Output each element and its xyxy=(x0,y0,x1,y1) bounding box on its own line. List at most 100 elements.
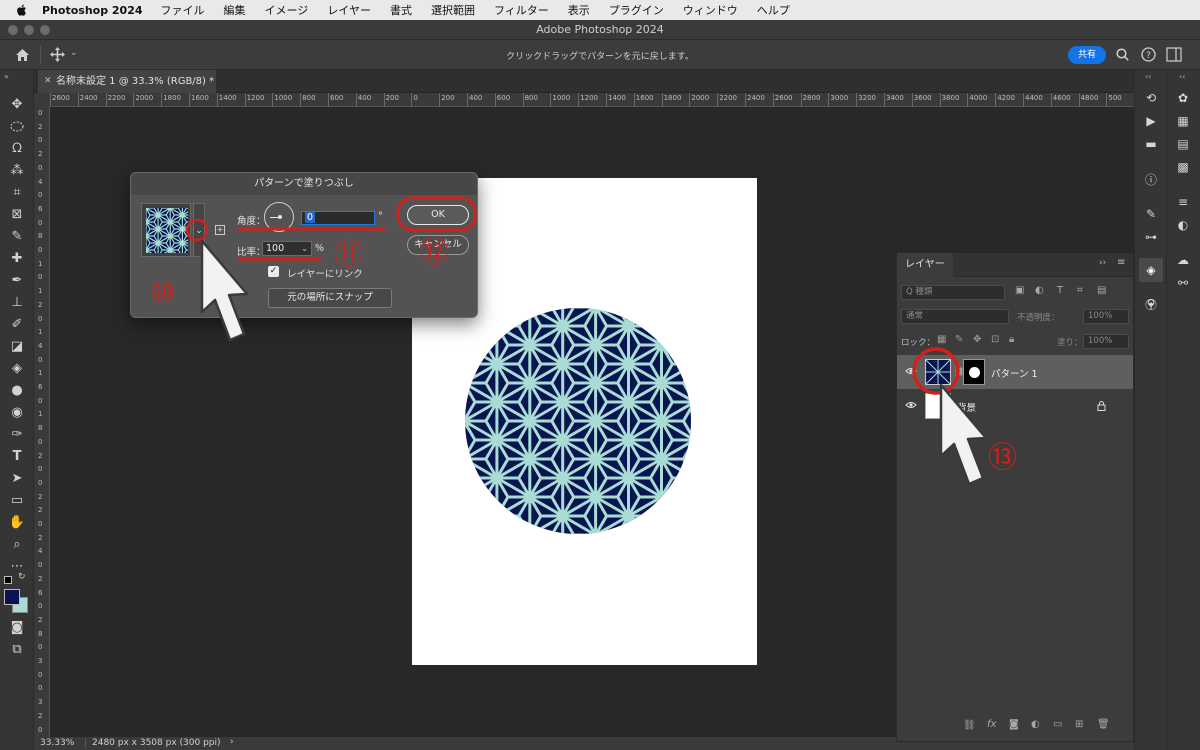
patterns-icon[interactable]: ▩ xyxy=(1173,157,1193,177)
actions-play-icon[interactable]: ▶ xyxy=(1141,111,1161,131)
collapse-panel-icon[interactable]: ›› xyxy=(1099,258,1106,268)
group-icon[interactable]: ▭ xyxy=(1053,719,1062,730)
swatches-icon[interactable]: ▦ xyxy=(1173,111,1193,131)
shapes-icon[interactable]: ⚯ xyxy=(1173,273,1193,293)
layer-row-pattern[interactable]: ⛓︎ パターン 1 xyxy=(897,355,1133,389)
close-tab-icon[interactable]: ✕ xyxy=(44,70,52,93)
new-layer-icon[interactable]: ⊞ xyxy=(1075,719,1083,730)
adjustments-icon[interactable]: ◐ xyxy=(1173,215,1193,235)
pattern-picker[interactable] xyxy=(141,203,191,257)
lock-transparent-icon[interactable]: ▦ xyxy=(937,334,946,345)
angle-field[interactable]: 0 xyxy=(301,211,375,225)
filter-pixel-icon[interactable]: ▣ xyxy=(1015,285,1024,296)
foreground-color-swatch[interactable] xyxy=(4,589,20,605)
share-button[interactable]: 共有 xyxy=(1068,46,1106,64)
menu-edit[interactable]: 編集 xyxy=(224,2,246,18)
color-icon[interactable]: ✿ xyxy=(1173,88,1193,108)
link-checkbox[interactable]: ✓ xyxy=(268,266,279,277)
frame-tool-icon[interactable]: ⊠ xyxy=(7,204,27,224)
tool-presets-icon[interactable]: ⊶ xyxy=(1141,227,1161,247)
pattern-thumbnail[interactable] xyxy=(925,359,951,385)
eye-icon[interactable] xyxy=(905,366,917,376)
menu-type[interactable]: 書式 xyxy=(390,2,412,18)
history-brush-icon[interactable]: ✐ xyxy=(7,314,27,334)
blend-mode-select[interactable]: 通常 xyxy=(901,309,1009,324)
lock-artboard-icon[interactable]: ⊡ xyxy=(991,334,999,345)
default-colors-icon[interactable] xyxy=(4,576,12,584)
paint-bucket-icon[interactable]: ◈ xyxy=(7,358,27,378)
workspace-icon[interactable] xyxy=(1166,47,1182,62)
menu-filter[interactable]: フィルター xyxy=(494,2,549,18)
fx-icon[interactable]: fx xyxy=(987,719,996,730)
opacity-field[interactable]: 100% xyxy=(1083,309,1129,324)
path-select-icon[interactable]: ➤ xyxy=(7,468,27,488)
menu-plugins[interactable]: プラグイン xyxy=(609,2,664,18)
filter-adjustment-icon[interactable]: ◐ xyxy=(1035,285,1044,296)
menu-window[interactable]: ウィンドウ xyxy=(683,2,738,18)
chevron-down-icon[interactable]: ⌄ xyxy=(301,242,308,255)
zoom-level[interactable]: 33.33% xyxy=(40,738,74,748)
snap-to-origin-button[interactable]: 元の場所にスナップ xyxy=(268,288,392,308)
link-layers-icon[interactable]: ⛓︎ xyxy=(963,720,976,731)
layer-name[interactable]: 背景 xyxy=(957,400,976,414)
hand-tool-icon[interactable]: ✋ xyxy=(7,512,27,532)
menu-help[interactable]: ヘルプ xyxy=(757,2,790,18)
sponge-tool-icon[interactable]: ◉ xyxy=(7,402,27,422)
filter-type-icon[interactable]: T xyxy=(1057,285,1063,296)
collapse-icon[interactable]: ‹‹ xyxy=(1145,72,1151,81)
type-tool-icon[interactable]: T xyxy=(7,446,27,466)
pattern-swatch[interactable] xyxy=(146,208,188,253)
quick-mask-icon[interactable]: ◙ xyxy=(7,617,27,637)
properties-icon[interactable]: ≡ xyxy=(1173,192,1193,212)
screen-mode-icon[interactable]: ⧉ xyxy=(7,639,27,659)
angle-value[interactable]: 0 xyxy=(305,212,316,223)
menu-app[interactable]: Photoshop 2024 xyxy=(42,4,143,17)
history-icon[interactable]: ⟲ xyxy=(1141,88,1161,108)
brush-settings-icon[interactable]: ✎ xyxy=(1141,204,1161,224)
rectangle-tool-icon[interactable]: ▭ xyxy=(7,490,27,510)
ok-button[interactable]: OK xyxy=(407,205,469,225)
collapse-icon[interactable]: ‹‹ xyxy=(1179,72,1185,81)
swap-colors-icon[interactable]: ↻ xyxy=(18,572,26,582)
apple-icon[interactable] xyxy=(14,3,30,17)
paths-icon[interactable]: ⚲ xyxy=(1141,294,1161,314)
hemp-pattern-circle[interactable] xyxy=(464,307,692,535)
eyedropper-icon[interactable]: ✎ xyxy=(7,226,27,246)
scale-value[interactable]: 100 xyxy=(266,243,284,254)
pen-tool-icon[interactable]: ✑ xyxy=(7,424,27,444)
tab-layers[interactable]: レイヤー xyxy=(897,253,953,277)
menu-select[interactable]: 選択範囲 xyxy=(431,2,475,18)
filter-smart-icon[interactable]: ▤ xyxy=(1097,285,1106,296)
help-icon[interactable]: ? xyxy=(1141,47,1156,62)
chevron-right-icon[interactable]: › xyxy=(230,737,234,747)
zoom-tool-icon[interactable]: ⌕ xyxy=(7,534,27,554)
fill-field[interactable]: 100% xyxy=(1083,334,1129,349)
layer-row-background[interactable]: 背景 xyxy=(897,389,1133,423)
marquee-tool-icon[interactable] xyxy=(7,116,27,136)
filter-shape-icon[interactable]: ⌗ xyxy=(1077,285,1083,296)
background-thumbnail[interactable] xyxy=(925,393,951,419)
menu-file[interactable]: ファイル xyxy=(161,2,205,18)
stamp-tool-icon[interactable]: ⊥ xyxy=(7,292,27,312)
gradients-icon[interactable]: ▤ xyxy=(1173,134,1193,154)
adjustment-icon[interactable]: ◐ xyxy=(1031,719,1040,730)
healing-brush-icon[interactable]: ✚ xyxy=(7,248,27,268)
lock-image-icon[interactable]: ✎ xyxy=(955,334,963,345)
pattern-dropdown-button[interactable]: ⌄ xyxy=(193,203,205,257)
menu-view[interactable]: 表示 xyxy=(568,2,590,18)
collapse-icon[interactable]: » xyxy=(4,72,9,81)
blur-tool-icon[interactable]: ● xyxy=(7,380,27,400)
brush-tool-icon[interactable]: ✒ xyxy=(7,270,27,290)
menu-layer[interactable]: レイヤー xyxy=(327,2,371,18)
eye-icon[interactable] xyxy=(905,400,917,410)
move-tool-icon[interactable]: ✥ xyxy=(7,94,27,114)
document-tab[interactable]: ✕ 名称未設定 1 @ 33.3% (RGB/8) * xyxy=(38,70,216,93)
magic-wand-icon[interactable]: ⁂ xyxy=(7,160,27,180)
mask-icon[interactable]: ◙ xyxy=(1009,719,1019,730)
panel-menu-icon[interactable]: ≡ xyxy=(1117,257,1125,268)
libraries-icon[interactable]: ☁ xyxy=(1173,250,1193,270)
eraser-icon[interactable]: ◪ xyxy=(7,336,27,356)
crop-tool-icon[interactable]: ⌗ xyxy=(7,182,27,202)
comments-icon[interactable]: ▬ xyxy=(1141,134,1161,154)
layer-name[interactable]: パターン 1 xyxy=(991,366,1038,380)
